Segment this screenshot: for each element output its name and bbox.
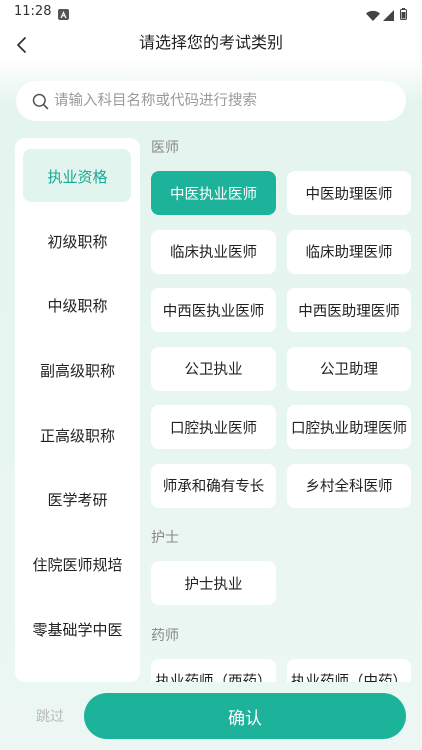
sidebar-item-intermediate-title[interactable]: 中级职称 [15, 273, 140, 338]
subject-list[interactable]: 医师 中医执业医师 中医助理医师 临床执业医师 临床助理医师 中西医执业医师 中… [151, 138, 411, 682]
skip-button[interactable]: 跳过 [26, 703, 74, 729]
sidebar-item-label: 住院医师规培 [32, 555, 123, 574]
sidebar-item-resident-training[interactable]: 住院医师规培 [15, 532, 140, 597]
option-clinical-assistant[interactable]: 临床助理医师 [287, 229, 411, 274]
option-grid: 中医执业医师 中医助理医师 临床执业医师 临床助理医师 中西医执业医师 中西医助… [151, 171, 411, 508]
battery-icon [400, 5, 407, 20]
sidebar-item-junior-title[interactable]: 初级职称 [15, 209, 140, 274]
header: 请选择您的考试类别 [0, 23, 422, 63]
option-mentorship-expertise[interactable]: 师承和确有专长 [151, 463, 276, 508]
sidebar-item-associate-senior-title[interactable]: 副高级职称 [15, 338, 140, 403]
search-bar[interactable] [16, 81, 406, 121]
option-nurse-practitioner[interactable]: 护士执业 [151, 561, 276, 606]
sidebar-item-label: 零基础学中医 [32, 620, 123, 639]
section-title: 医师 [151, 140, 179, 156]
section-nurse: 护士 护士执业 [151, 528, 411, 606]
sidebar-item-label: 执业资格 [47, 167, 108, 186]
exam-category-page: 11:28 请选择您的考试类别 执业资格 初级职称 中级职称 副高级职称 正高 [0, 0, 422, 750]
option-integrated-assistant[interactable]: 中西医助理医师 [287, 288, 411, 333]
option-rural-general-practitioner[interactable]: 乡村全科医师 [287, 463, 411, 508]
page-title: 请选择您的考试类别 [138, 33, 283, 52]
option-public-health-practitioner[interactable]: 公卫执业 [151, 346, 276, 391]
confirm-button[interactable]: 确认 [84, 693, 406, 739]
sidebar-item-senior-title[interactable]: 正高级职称 [15, 403, 140, 468]
search-icon [32, 93, 49, 110]
option-integrated-practitioner[interactable]: 中西医执业医师 [151, 288, 276, 333]
option-dental-practitioner[interactable]: 口腔执业医师 [151, 405, 276, 450]
status-bar: 11:28 [0, 0, 422, 24]
section-title: 药师 [151, 627, 179, 644]
option-grid: 护士执业 [151, 561, 411, 606]
sidebar-item-medical-postgraduate[interactable]: 医学考研 [15, 467, 140, 532]
sidebar-item-label: 医学考研 [47, 491, 108, 510]
sidebar-item-label: 副高级职称 [39, 361, 115, 380]
sidebar-item-label: 中级职称 [47, 297, 108, 316]
sidebar-item-practice-qualification[interactable]: 执业资格 [15, 144, 140, 209]
section-pharmacist: 药师 执业药师（西药） 执业药师（中药） [151, 626, 411, 682]
option-tcm-practitioner[interactable]: 中医执业医师 [151, 171, 276, 215]
option-pharmacist-western[interactable]: 执业药师（西药） [151, 658, 276, 682]
option-pharmacist-tcm[interactable]: 执业药师（中药） [287, 658, 411, 682]
category-sidebar: 执业资格 初级职称 中级职称 副高级职称 正高级职称 医学考研 住院医师规培 零… [15, 138, 140, 682]
sidebar-item-tcm-beginner[interactable]: 零基础学中医 [15, 597, 140, 662]
option-dental-assistant[interactable]: 口腔执业助理医师 [287, 405, 411, 450]
option-grid: 执业药师（西药） 执业药师（中药） [151, 658, 411, 682]
section-physician: 医师 中医执业医师 中医助理医师 临床执业医师 临床助理医师 中西医执业医师 中… [151, 138, 411, 508]
search-input[interactable] [54, 81, 394, 121]
sidebar-item-label: 初级职称 [47, 232, 108, 251]
status-time: 11:28 [14, 4, 52, 19]
sidebar-item-label: 正高级职称 [39, 426, 115, 445]
option-public-health-assistant[interactable]: 公卫助理 [287, 346, 411, 391]
signal-icon [383, 6, 394, 21]
notification-app-icon [58, 5, 69, 20]
section-title: 护士 [151, 530, 179, 547]
option-clinical-practitioner[interactable]: 临床执业医师 [151, 229, 276, 274]
wifi-icon [366, 6, 380, 21]
option-tcm-assistant[interactable]: 中医助理医师 [287, 171, 411, 215]
